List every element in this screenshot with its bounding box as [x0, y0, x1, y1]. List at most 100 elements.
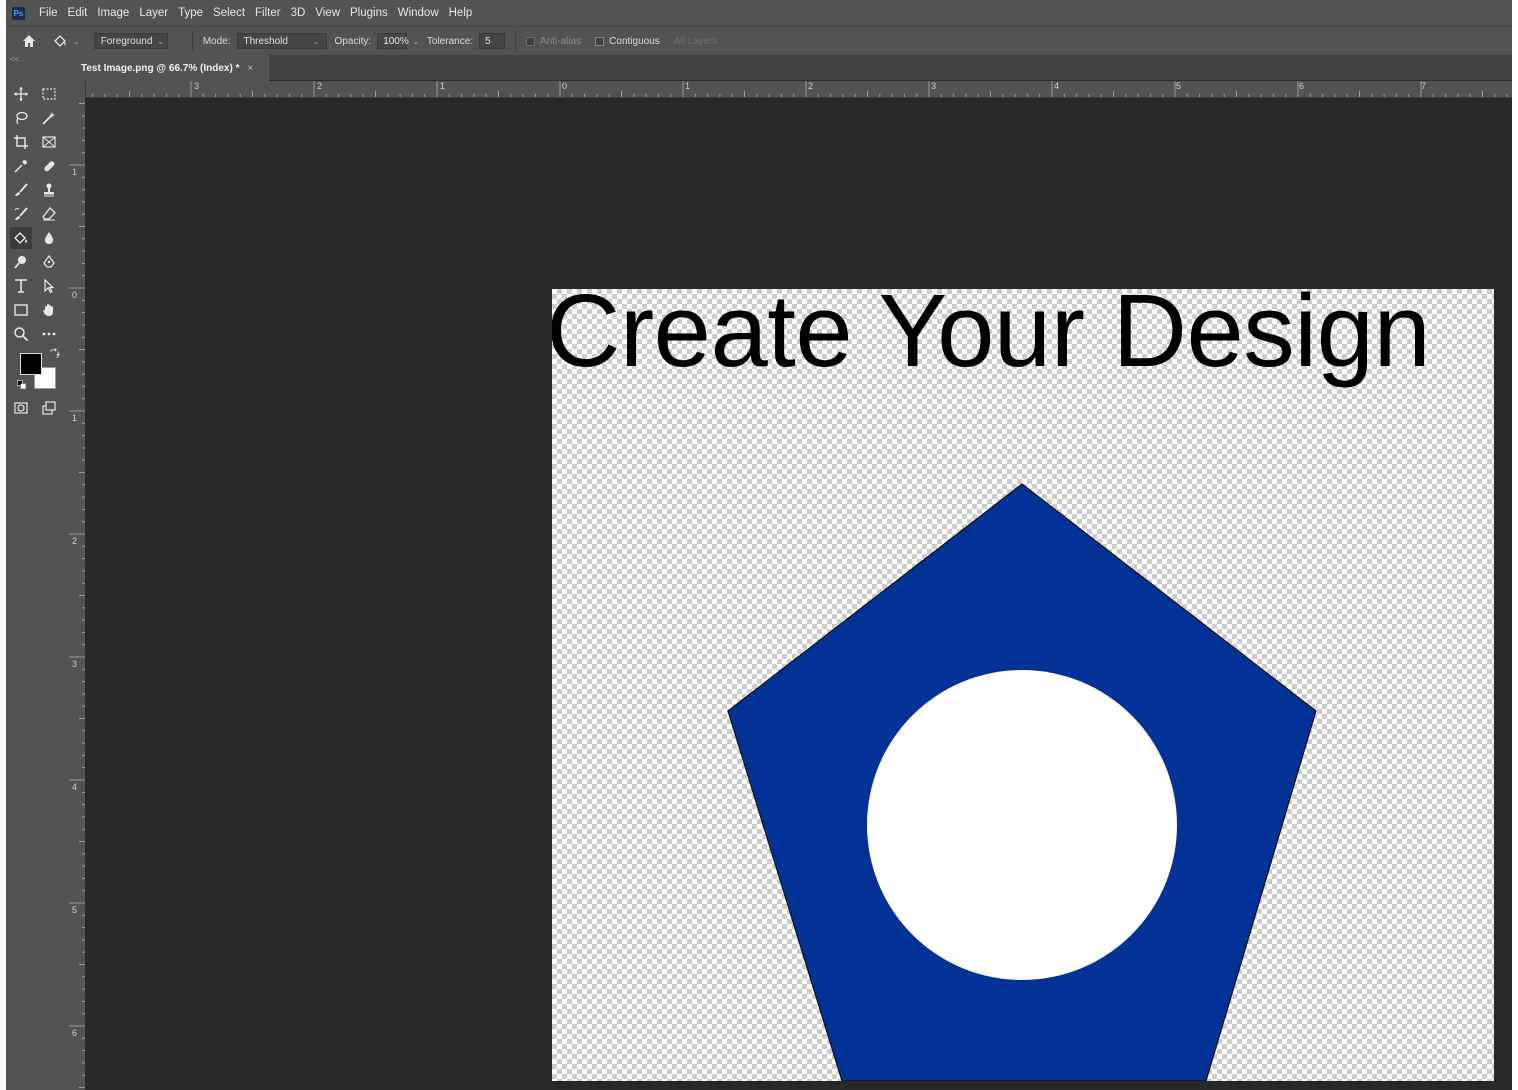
tolerance-value: 5: [485, 35, 491, 47]
document-canvas[interactable]: Create Your Design: [552, 289, 1494, 1081]
tools-panel: [6, 67, 69, 1090]
hand-tool-icon[interactable]: [38, 299, 60, 321]
eraser-tool-icon[interactable]: [38, 203, 60, 225]
menu-type[interactable]: Type: [173, 7, 208, 19]
default-colors-icon[interactable]: [16, 379, 28, 391]
screen-mode-icon[interactable]: [38, 397, 60, 419]
opacity-value: 100%: [383, 35, 409, 47]
contiguous-toggle[interactable]: Contiguous: [595, 36, 660, 47]
clone-stamp-tool-icon[interactable]: [38, 179, 60, 201]
menu-filter[interactable]: Filter: [250, 7, 286, 19]
anti-alias-toggle[interactable]: Anti-alias: [526, 36, 581, 47]
ruler-label: 3: [931, 81, 937, 91]
toolbar-collapse-button[interactable]: <<: [6, 55, 69, 67]
menu-view[interactable]: View: [310, 7, 345, 19]
menu-image[interactable]: Image: [92, 7, 134, 19]
ruler-label: 3: [72, 659, 78, 669]
crop-tool-icon[interactable]: [10, 131, 32, 153]
type-tool-icon[interactable]: [10, 275, 32, 297]
more-tools-icon[interactable]: [38, 323, 60, 345]
divider: [515, 31, 517, 51]
healing-brush-tool-icon[interactable]: [38, 155, 60, 177]
ruler-label: 1: [72, 413, 78, 423]
magic-wand-tool-icon[interactable]: [38, 107, 60, 129]
vertical-ruler-ticks: [69, 90, 85, 1088]
mode-value: Threshold: [243, 35, 288, 47]
pen-tool-icon[interactable]: [38, 251, 60, 273]
paint-bucket-icon: [54, 35, 66, 47]
canvas-workspace[interactable]: Create Your Design: [85, 98, 1512, 1090]
ruler-label: 4: [1054, 81, 1060, 91]
zoom-tool-icon[interactable]: [10, 323, 32, 345]
brush-tool-icon[interactable]: [10, 179, 32, 201]
menu-bar: Ps File Edit Image Layer Type Select Fil…: [6, 0, 1512, 26]
fill-source-dropdown[interactable]: Foreground ⌄: [93, 33, 168, 49]
ruler-origin[interactable]: [69, 81, 85, 97]
frame-tool-icon[interactable]: [38, 131, 60, 153]
ruler-label: 1: [440, 81, 446, 91]
chevron-down-icon: ⌄: [312, 36, 320, 46]
lasso-tool-icon[interactable]: [10, 107, 32, 129]
anti-alias-checkbox[interactable]: [526, 36, 536, 46]
menu-edit[interactable]: Edit: [63, 7, 93, 19]
swap-colors-icon[interactable]: [48, 347, 60, 359]
foreground-color-swatch[interactable]: [20, 353, 42, 375]
menu-layer[interactable]: Layer: [134, 7, 173, 19]
move-tool-icon[interactable]: [10, 83, 32, 105]
ruler-label: 1: [685, 81, 691, 91]
menu-3d[interactable]: 3D: [286, 7, 311, 19]
mode-dropdown[interactable]: Threshold ⌄: [236, 33, 327, 49]
photoshop-window: Ps File Edit Image Layer Type Select Fil…: [6, 0, 1512, 1090]
paint-bucket-tool-icon[interactable]: [10, 227, 32, 249]
path-selection-tool-icon[interactable]: [38, 275, 60, 297]
ruler-label: 5: [1176, 81, 1182, 91]
mode-label: Mode:: [202, 35, 231, 47]
rectangle-tool-icon[interactable]: [10, 299, 32, 321]
tool-preset-picker[interactable]: ⌄: [52, 33, 80, 49]
document-tab[interactable]: Test Image.png @ 66.7% (Index) * ×: [69, 55, 269, 81]
dodge-tool-icon[interactable]: [10, 251, 32, 273]
home-icon[interactable]: [18, 34, 40, 48]
opacity-dropdown-chevron-icon[interactable]: ⌄: [412, 37, 419, 46]
all-layers-label: All Layers: [673, 35, 718, 47]
ruler-label: 2: [317, 81, 323, 91]
eyedropper-tool-icon[interactable]: [10, 155, 32, 177]
horizontal-ruler-ticks: [92, 81, 1508, 97]
divider: [191, 31, 193, 51]
options-bar: ⌄ Foreground ⌄ Mode: Threshold ⌄ Opacity…: [6, 26, 1512, 55]
vertical-ruler[interactable]: 1 0 1 2 3 4 5 6: [69, 81, 86, 1090]
menu-file[interactable]: File: [34, 7, 63, 19]
chevron-down-icon: ⌄: [157, 36, 165, 46]
ruler-label: 0: [72, 290, 78, 300]
ruler-label: 3: [194, 81, 200, 91]
contiguous-label: Contiguous: [609, 35, 660, 47]
document-tab-title: Test Image.png @ 66.7% (Index) *: [81, 62, 240, 74]
tolerance-input[interactable]: 5: [479, 33, 506, 49]
history-brush-tool-icon[interactable]: [10, 203, 32, 225]
anti-alias-label: Anti-alias: [540, 35, 582, 47]
menu-help[interactable]: Help: [444, 7, 478, 19]
chevron-down-icon: ⌄: [73, 36, 80, 46]
horizontal-ruler[interactable]: 3 2 1 0 1 2 3 4 5 6 7: [85, 81, 1512, 98]
document-tab-bar: Test Image.png @ 66.7% (Index) * ×: [69, 55, 1512, 81]
close-icon[interactable]: ×: [248, 63, 254, 74]
quick-mask-icon[interactable]: [10, 397, 32, 419]
marquee-tool-icon[interactable]: [38, 83, 60, 105]
opacity-input[interactable]: 100%: [377, 33, 409, 49]
contiguous-checkbox[interactable]: [595, 36, 605, 46]
ruler-label: 7: [1421, 81, 1427, 91]
menu-plugins[interactable]: Plugins: [345, 7, 393, 19]
ruler-label: 2: [808, 81, 814, 91]
white-circle-shape: [867, 670, 1177, 980]
opacity-label: Opacity:: [334, 35, 372, 47]
all-layers-toggle[interactable]: All Layers: [674, 36, 718, 47]
blur-tool-icon[interactable]: [38, 227, 60, 249]
ruler-label: 4: [72, 782, 78, 792]
menu-window[interactable]: Window: [393, 7, 444, 19]
ruler-label: 0: [562, 81, 568, 91]
tolerance-label: Tolerance:: [426, 35, 474, 47]
ruler-label: 6: [72, 1028, 78, 1038]
menu-select[interactable]: Select: [208, 7, 250, 19]
fill-source-value: Foreground: [100, 35, 153, 47]
pentagon-shape-layer: [727, 483, 1317, 1081]
